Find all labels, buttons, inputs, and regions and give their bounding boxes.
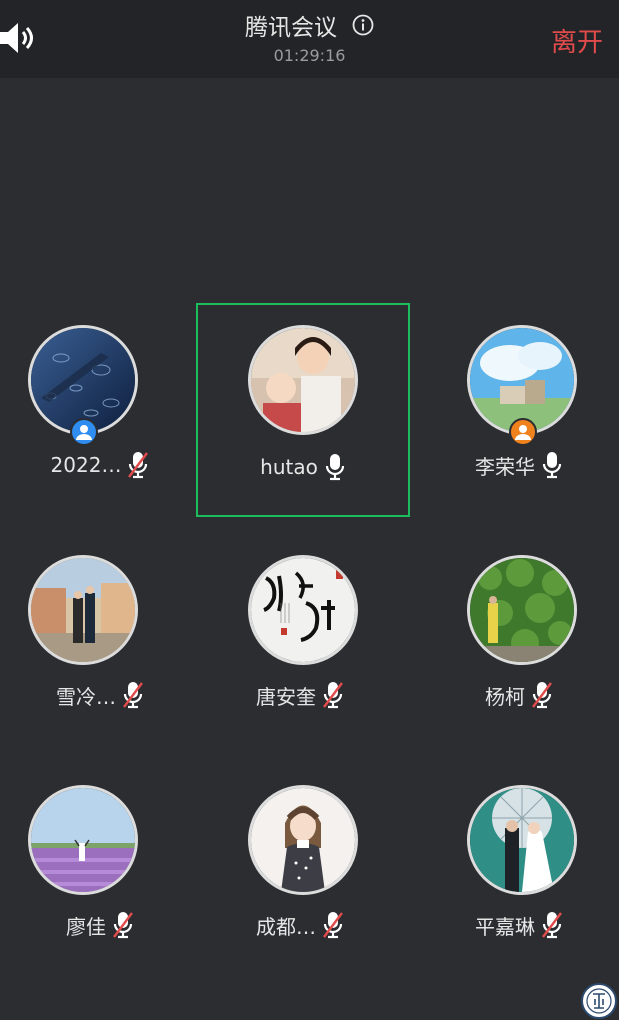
participant-tile[interactable]: 平嘉琳 [419, 763, 619, 963]
name-row: hutao [188, 450, 418, 484]
name-row: 雪冷… [0, 678, 215, 712]
participant-name: 雪冷… [56, 684, 116, 709]
mic-muted-icon[interactable] [122, 681, 144, 709]
name-row: 杨柯 [404, 678, 619, 712]
participant-name: hutao [260, 455, 318, 479]
meeting-timer: 01:29:16 [273, 46, 346, 65]
meeting-title[interactable]: 腾讯会议 [245, 8, 337, 42]
mic-muted-icon[interactable] [112, 911, 134, 939]
participant-name: 廖佳 [66, 914, 106, 939]
participant-tile-active[interactable]: hutao [196, 303, 410, 517]
participant-tile[interactable]: 成都… [200, 763, 400, 963]
mic-muted-icon[interactable] [322, 681, 344, 709]
mic-muted-icon[interactable] [531, 681, 553, 709]
title-row: 腾讯会议 [0, 8, 619, 42]
mic-muted-icon[interactable] [322, 911, 344, 939]
name-row: 李荣华 [404, 448, 619, 482]
person-badge-icon [509, 418, 537, 446]
participant-name: 成都… [256, 914, 316, 939]
info-icon[interactable] [352, 14, 374, 36]
participant-name: 唐安奎 [256, 684, 316, 709]
participant-tile[interactable]: 唐安奎 [200, 533, 400, 733]
mic-icon[interactable] [324, 453, 346, 481]
participant-name: 李荣华 [475, 454, 535, 479]
avatar [28, 555, 138, 665]
mic-icon[interactable] [541, 451, 563, 479]
name-row: 平嘉琳 [404, 908, 619, 942]
avatar [28, 785, 138, 895]
avatar [467, 555, 577, 665]
participant-name: 杨柯 [485, 684, 525, 709]
participant-tile[interactable]: 2022… [0, 303, 200, 503]
person-badge-icon [70, 418, 98, 446]
name-row: 唐安奎 [185, 678, 415, 712]
avatar [248, 555, 358, 665]
seal-logo-icon [581, 983, 617, 1019]
mic-muted-icon[interactable] [541, 911, 563, 939]
participant-name: 平嘉琳 [475, 914, 535, 939]
name-row: 成都… [185, 908, 415, 942]
name-row: 廖佳 [0, 908, 215, 942]
participant-tile[interactable]: 杨柯 [419, 533, 619, 733]
avatar [467, 785, 577, 895]
mic-muted-icon[interactable] [127, 451, 149, 479]
participant-tile[interactable]: 廖佳 [0, 763, 200, 963]
leave-button[interactable]: 离开 [551, 22, 603, 59]
name-row: 2022… [0, 448, 215, 482]
participant-tile[interactable]: 雪冷… [0, 533, 200, 733]
avatar [248, 325, 358, 435]
avatar [248, 785, 358, 895]
participant-name: 2022… [50, 453, 122, 477]
participant-tile[interactable]: 李荣华 [419, 303, 619, 503]
top-bar: 腾讯会议 01:29:16 离开 [0, 0, 619, 78]
